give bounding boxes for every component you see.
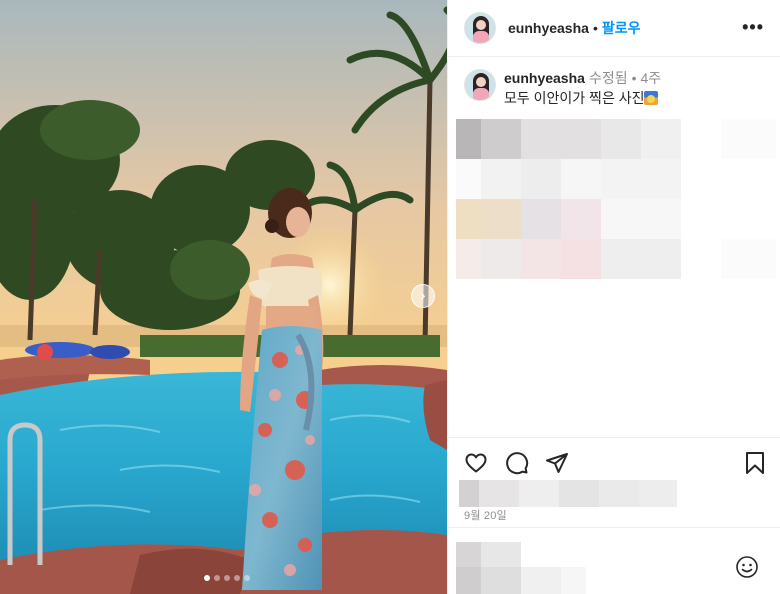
heart-icon[interactable] bbox=[464, 451, 488, 475]
caption-text: 모두 이안이가 찍은 사진 bbox=[504, 90, 645, 106]
post-side-panel: eunhyeasha • 팔로우 ••• eunhyeasha 수정됨 • 4주… bbox=[447, 0, 780, 594]
caption-username-link[interactable]: eunhyeasha bbox=[504, 69, 585, 87]
bookmark-icon[interactable] bbox=[744, 451, 766, 475]
comment-icon[interactable] bbox=[505, 451, 529, 475]
edited-label: 수정됨 bbox=[588, 70, 628, 86]
avatar[interactable] bbox=[464, 12, 496, 44]
avatar[interactable] bbox=[464, 69, 496, 101]
blurred-comment-input bbox=[456, 542, 586, 594]
blurred-comments bbox=[456, 119, 776, 279]
photo-image bbox=[0, 0, 447, 594]
carousel-dot bbox=[234, 575, 240, 581]
comment-area[interactable] bbox=[448, 527, 780, 594]
post-photo[interactable]: › bbox=[0, 0, 447, 594]
separator-dot: • bbox=[592, 20, 598, 36]
carousel-dot bbox=[224, 575, 230, 581]
next-slide-button[interactable]: › bbox=[411, 284, 435, 308]
carousel-indicator bbox=[204, 575, 250, 581]
carousel-dot bbox=[244, 575, 250, 581]
post-header: eunhyeasha • 팔로우 ••• bbox=[448, 0, 780, 57]
sunrise-emoji-icon bbox=[644, 91, 659, 105]
blurred-likes bbox=[459, 480, 677, 507]
more-icon[interactable]: ••• bbox=[742, 18, 764, 36]
chevron-right-icon: › bbox=[419, 286, 427, 305]
username-link[interactable]: eunhyeasha bbox=[508, 20, 589, 36]
follow-button[interactable]: 팔로우 bbox=[602, 18, 641, 38]
caption: eunhyeasha 수정됨 • 4주 모두 이안이가 찍은 사진 bbox=[448, 57, 780, 107]
carousel-dot bbox=[214, 575, 220, 581]
smiley-icon[interactable] bbox=[735, 555, 759, 579]
post-age[interactable]: 4주 bbox=[640, 69, 661, 87]
separator-dot: • bbox=[631, 70, 637, 86]
send-icon[interactable] bbox=[545, 451, 569, 475]
post-date[interactable]: 9월 20일 bbox=[464, 507, 507, 523]
carousel-dot bbox=[204, 575, 210, 581]
